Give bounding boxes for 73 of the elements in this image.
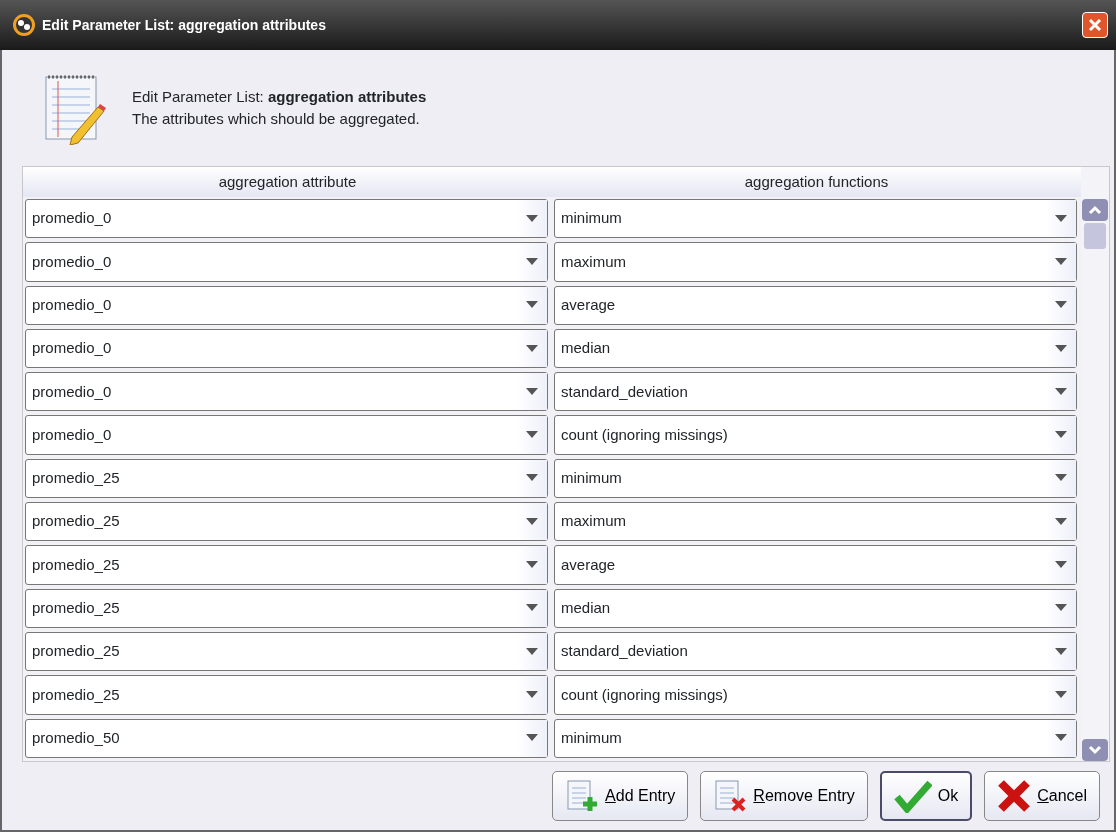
dropdown-arrow-icon xyxy=(1055,647,1067,656)
chevron-down-icon xyxy=(1088,745,1102,755)
dropdown-arrow-icon xyxy=(1055,344,1067,353)
dropdown-arrow-icon xyxy=(1055,474,1067,483)
dialog-description: The attributes which should be aggregated. xyxy=(132,109,421,129)
close-icon xyxy=(1087,17,1103,33)
dropdown-field[interactable]: promedio_0 xyxy=(25,199,548,239)
cancel-button[interactable]: Cancel xyxy=(984,771,1100,821)
dropdown-arrow-icon xyxy=(1055,214,1067,223)
dropdown-field[interactable]: average xyxy=(554,545,1077,585)
dropdown-arrow-icon xyxy=(526,474,538,483)
notepad-x-icon xyxy=(713,779,748,813)
dropdown-arrow-icon xyxy=(526,344,538,353)
dropdown-arrow-icon xyxy=(526,431,538,440)
dropdown-field[interactable]: median xyxy=(554,588,1077,628)
dropdown-field[interactable]: standard_deviation xyxy=(554,372,1077,412)
scroll-up-button[interactable] xyxy=(1082,199,1108,221)
dropdown-field[interactable]: promedio_25 xyxy=(25,545,548,585)
dropdown-field[interactable]: promedio_25 xyxy=(25,631,548,672)
remove-entry-button[interactable]: Remove Entry xyxy=(700,771,868,821)
dropdown-field[interactable]: count (ignoring missings) xyxy=(554,415,1077,455)
dropdown-field[interactable]: minimum xyxy=(554,718,1077,758)
ok-button[interactable]: Ok xyxy=(879,771,973,821)
dropdown-field[interactable]: promedio_0 xyxy=(25,285,548,325)
app-logo-icon xyxy=(12,13,36,37)
dropdown-field[interactable]: promedio_25 xyxy=(25,502,548,542)
dropdown-field[interactable]: median xyxy=(554,328,1077,369)
window-title: Edit Parameter List: aggregation attributes xyxy=(42,15,327,35)
dropdown-arrow-icon xyxy=(1055,690,1067,699)
dropdown-arrow-icon xyxy=(526,517,538,526)
dropdown-arrow-icon xyxy=(526,214,538,223)
dropdown-field[interactable]: minimum xyxy=(554,199,1077,239)
dropdown-arrow-icon xyxy=(526,690,538,699)
dropdown-arrow-icon xyxy=(1055,301,1067,310)
dropdown-arrow-icon xyxy=(526,257,538,266)
dropdown-arrow-icon xyxy=(526,387,538,396)
checkmark-icon xyxy=(893,779,932,813)
chevron-up-icon xyxy=(1088,205,1102,215)
notepad-plus-icon xyxy=(565,779,600,813)
dropdown-arrow-icon xyxy=(1055,561,1067,569)
dropdown-arrow-icon xyxy=(1055,257,1067,266)
dropdown-arrow-icon xyxy=(1055,604,1067,613)
close-button[interactable] xyxy=(1082,12,1108,38)
dropdown-arrow-icon xyxy=(526,301,538,310)
dropdown-arrow-icon xyxy=(1055,387,1067,396)
dialog-heading: Edit Parameter List: aggregation attributes xyxy=(132,86,427,107)
dropdown-field[interactable]: average xyxy=(554,285,1077,325)
dropdown-field[interactable]: promedio_25 xyxy=(25,458,548,499)
cross-icon xyxy=(997,779,1032,813)
dropdown-arrow-icon xyxy=(1055,734,1067,743)
dropdown-field[interactable]: maximum xyxy=(554,502,1077,542)
dropdown-field[interactable]: promedio_0 xyxy=(25,372,548,412)
dropdown-field[interactable]: maximum xyxy=(554,242,1077,282)
dropdown-arrow-icon xyxy=(526,647,538,656)
dropdown-field[interactable]: minimum xyxy=(554,458,1077,499)
add-entry-button[interactable]: Add Entry xyxy=(552,771,689,821)
dropdown-field[interactable]: promedio_0 xyxy=(25,328,548,369)
dropdown-field[interactable]: standard_deviation xyxy=(554,631,1077,672)
column-header: aggregation functions xyxy=(743,172,890,192)
scrollbar-thumb[interactable] xyxy=(1084,223,1106,249)
dropdown-field[interactable]: promedio_25 xyxy=(25,675,548,715)
dropdown-arrow-icon xyxy=(526,561,538,569)
dropdown-arrow-icon xyxy=(1055,431,1067,440)
dropdown-field[interactable]: promedio_50 xyxy=(25,718,548,758)
scroll-down-button[interactable] xyxy=(1082,739,1108,761)
dropdown-field[interactable]: promedio_25 xyxy=(25,588,548,628)
dropdown-arrow-icon xyxy=(1055,517,1067,526)
dropdown-field[interactable]: promedio_0 xyxy=(25,242,548,282)
dropdown-field[interactable]: promedio_0 xyxy=(25,415,548,455)
dropdown-arrow-icon xyxy=(526,734,538,743)
column-header: aggregation attribute xyxy=(217,172,358,192)
dropdown-arrow-icon xyxy=(526,604,538,613)
dropdown-field[interactable]: count (ignoring missings) xyxy=(554,675,1077,715)
